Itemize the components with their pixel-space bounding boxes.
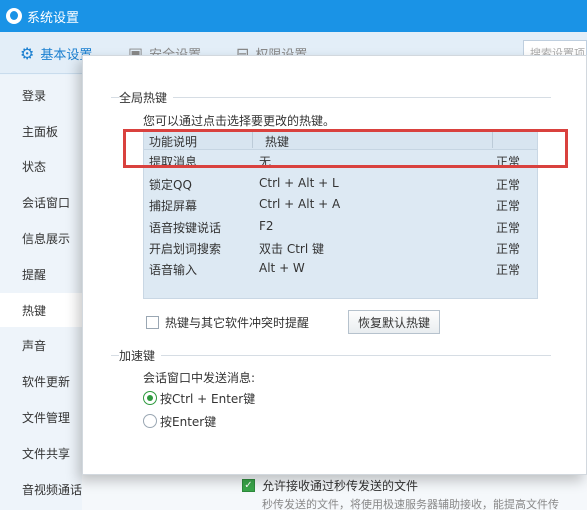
sidebar-item-login[interactable]: 登录 [0, 78, 84, 112]
transfer-label: 允许接收通过秒传发送的文件 [262, 479, 419, 493]
sidebar-item-chat-window[interactable]: 会话窗口 [0, 185, 84, 219]
title-bar: 系统设置 [0, 0, 587, 32]
sidebar-item-main-panel[interactable]: 主面板 [0, 114, 84, 148]
sidebar-item-software-update[interactable]: 软件更新 [0, 364, 84, 398]
divider [111, 97, 551, 98]
sidebar-item-av-call[interactable]: 音视频通话 [0, 472, 84, 506]
conflict-reminder-label: 热键与其它软件冲突时提醒 [165, 316, 310, 330]
table-row[interactable]: 语音按键说话 F2 正常 [144, 216, 537, 237]
radio-enter-label: 按Enter键 [160, 415, 217, 429]
transfer-hint: 秒传发送的文件，将使用极速服务器辅助接收，能提高文件传 [262, 498, 559, 510]
gear-icon: ⚙ [20, 43, 35, 63]
transfer-checkbox[interactable]: ✓ [242, 479, 255, 492]
sidebar-item-hotkeys[interactable]: 热键 [0, 293, 84, 327]
sidebar-item-reminder[interactable]: 提醒 [0, 257, 84, 291]
highlight-annotation-box [123, 129, 568, 168]
table-row[interactable]: 语音输入 Alt + W 正常 [144, 258, 537, 279]
sidebar-item-file-management[interactable]: 文件管理 [0, 400, 84, 434]
conflict-reminder-checkbox[interactable] [146, 316, 159, 329]
sidebar-item-status[interactable]: 状态 [0, 149, 84, 183]
sidebar-item-file-sharing[interactable]: 文件共享 [0, 436, 84, 470]
sidebar-item-info-display[interactable]: 信息展示 [0, 221, 84, 255]
table-row[interactable]: 开启划词搜索 双击 Ctrl 键 正常 [144, 237, 537, 258]
restore-default-hotkeys-button[interactable]: 恢复默认热键 [348, 310, 440, 334]
sidebar: 登录 主面板 状态 会话窗口 信息展示 提醒 热键 声音 软件更新 文件管理 文… [0, 75, 84, 510]
qq-logo-icon [6, 8, 22, 24]
table-row[interactable]: 锁定QQ Ctrl + Alt + L 正常 [144, 173, 537, 194]
accelerator-title: 加速键 [119, 347, 162, 364]
hotkey-settings-panel: 全局热键 您可以通过点击选择要更改的热键。 功能说明 热键 提取消息 无 正常 … [82, 55, 587, 475]
table-row[interactable]: 捕捉屏幕 Ctrl + Alt + A 正常 [144, 194, 537, 215]
window-title: 系统设置 [27, 10, 80, 26]
radio-ctrl-enter[interactable] [143, 391, 157, 405]
hotkey-hint: 您可以通过点击选择要更改的热键。 [143, 114, 336, 128]
divider [111, 355, 551, 356]
background-file-transfer-section: ✓ 允许接收通过秒传发送的文件 秒传发送的文件，将使用极速服务器辅助接收，能提高… [82, 475, 587, 510]
radio-ctrl-enter-label: 按Ctrl + Enter键 [160, 392, 256, 406]
send-message-label: 会话窗口中发送消息: [143, 371, 256, 385]
sidebar-item-sound[interactable]: 声音 [0, 328, 84, 362]
radio-enter[interactable] [143, 414, 157, 428]
global-hotkeys-title: 全局热键 [119, 89, 174, 106]
